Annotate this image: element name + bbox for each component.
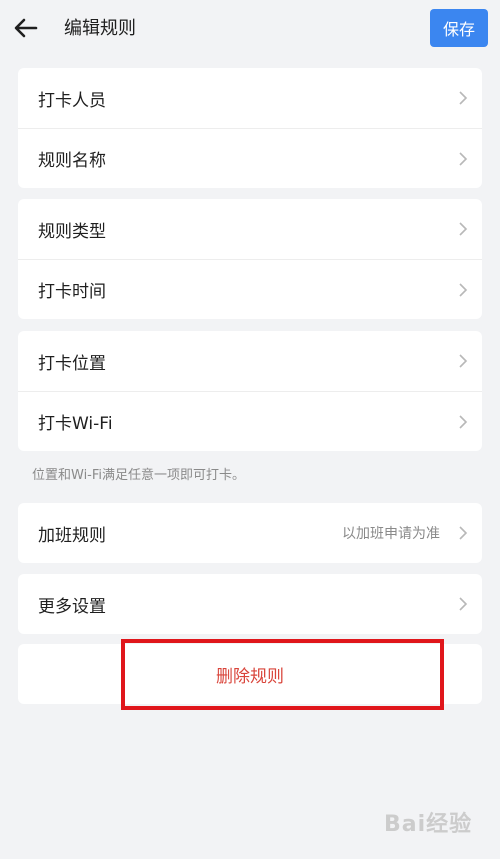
row-check-in-wifi[interactable]: 打卡Wi-Fi: [18, 391, 482, 451]
row-label: 规则名称: [38, 151, 106, 171]
page-title: 编辑规则: [64, 18, 136, 39]
row-label: 打卡时间: [38, 282, 106, 302]
row-label: 加班规则: [38, 525, 106, 546]
chevron-right-icon: [459, 282, 468, 297]
chevron-right-icon: [459, 414, 468, 429]
row-label: 打卡Wi-Fi: [38, 414, 113, 434]
watermark: Bai经验: [384, 812, 473, 837]
delete-rule-button[interactable]: 删除规则: [18, 644, 482, 704]
settings-group-2: 规则类型 打卡时间: [18, 199, 482, 319]
save-button[interactable]: 保存: [430, 9, 488, 47]
row-label: 打卡人员: [38, 90, 106, 111]
row-check-in-time[interactable]: 打卡时间: [18, 259, 482, 319]
row-rule-name[interactable]: 规则名称: [18, 128, 482, 188]
overtime-group: 加班规则 以加班申请为准: [18, 503, 482, 563]
chevron-right-icon: [459, 354, 468, 368]
delete-group: 删除规则: [18, 644, 482, 704]
row-check-in-location[interactable]: 打卡位置: [18, 331, 482, 391]
row-more-settings[interactable]: 更多设置: [18, 574, 482, 634]
row-label: 更多设置: [38, 596, 106, 617]
location-wifi-hint: 位置和Wi-Fi满足任意一项即可打卡。: [32, 468, 246, 483]
chevron-right-icon: [459, 597, 468, 611]
row-overtime-rule[interactable]: 加班规则 以加班申请为准: [18, 503, 482, 563]
row-value: 以加班申请为准: [342, 526, 440, 542]
chevron-right-icon: [459, 151, 468, 166]
settings-group-1: 打卡人员 规则名称: [18, 68, 482, 188]
row-label: 规则类型: [38, 221, 106, 242]
chevron-right-icon: [459, 91, 468, 105]
top-bar: 编辑规则 保存: [0, 0, 500, 58]
chevron-right-icon: [459, 526, 468, 540]
row-rule-type[interactable]: 规则类型: [18, 199, 482, 259]
back-arrow-icon[interactable]: [12, 14, 40, 42]
row-check-in-members[interactable]: 打卡人员: [18, 68, 482, 128]
row-label: 打卡位置: [38, 353, 106, 374]
settings-group-3: 打卡位置 打卡Wi-Fi: [18, 331, 482, 451]
chevron-right-icon: [459, 222, 468, 236]
more-settings-group: 更多设置: [18, 574, 482, 634]
